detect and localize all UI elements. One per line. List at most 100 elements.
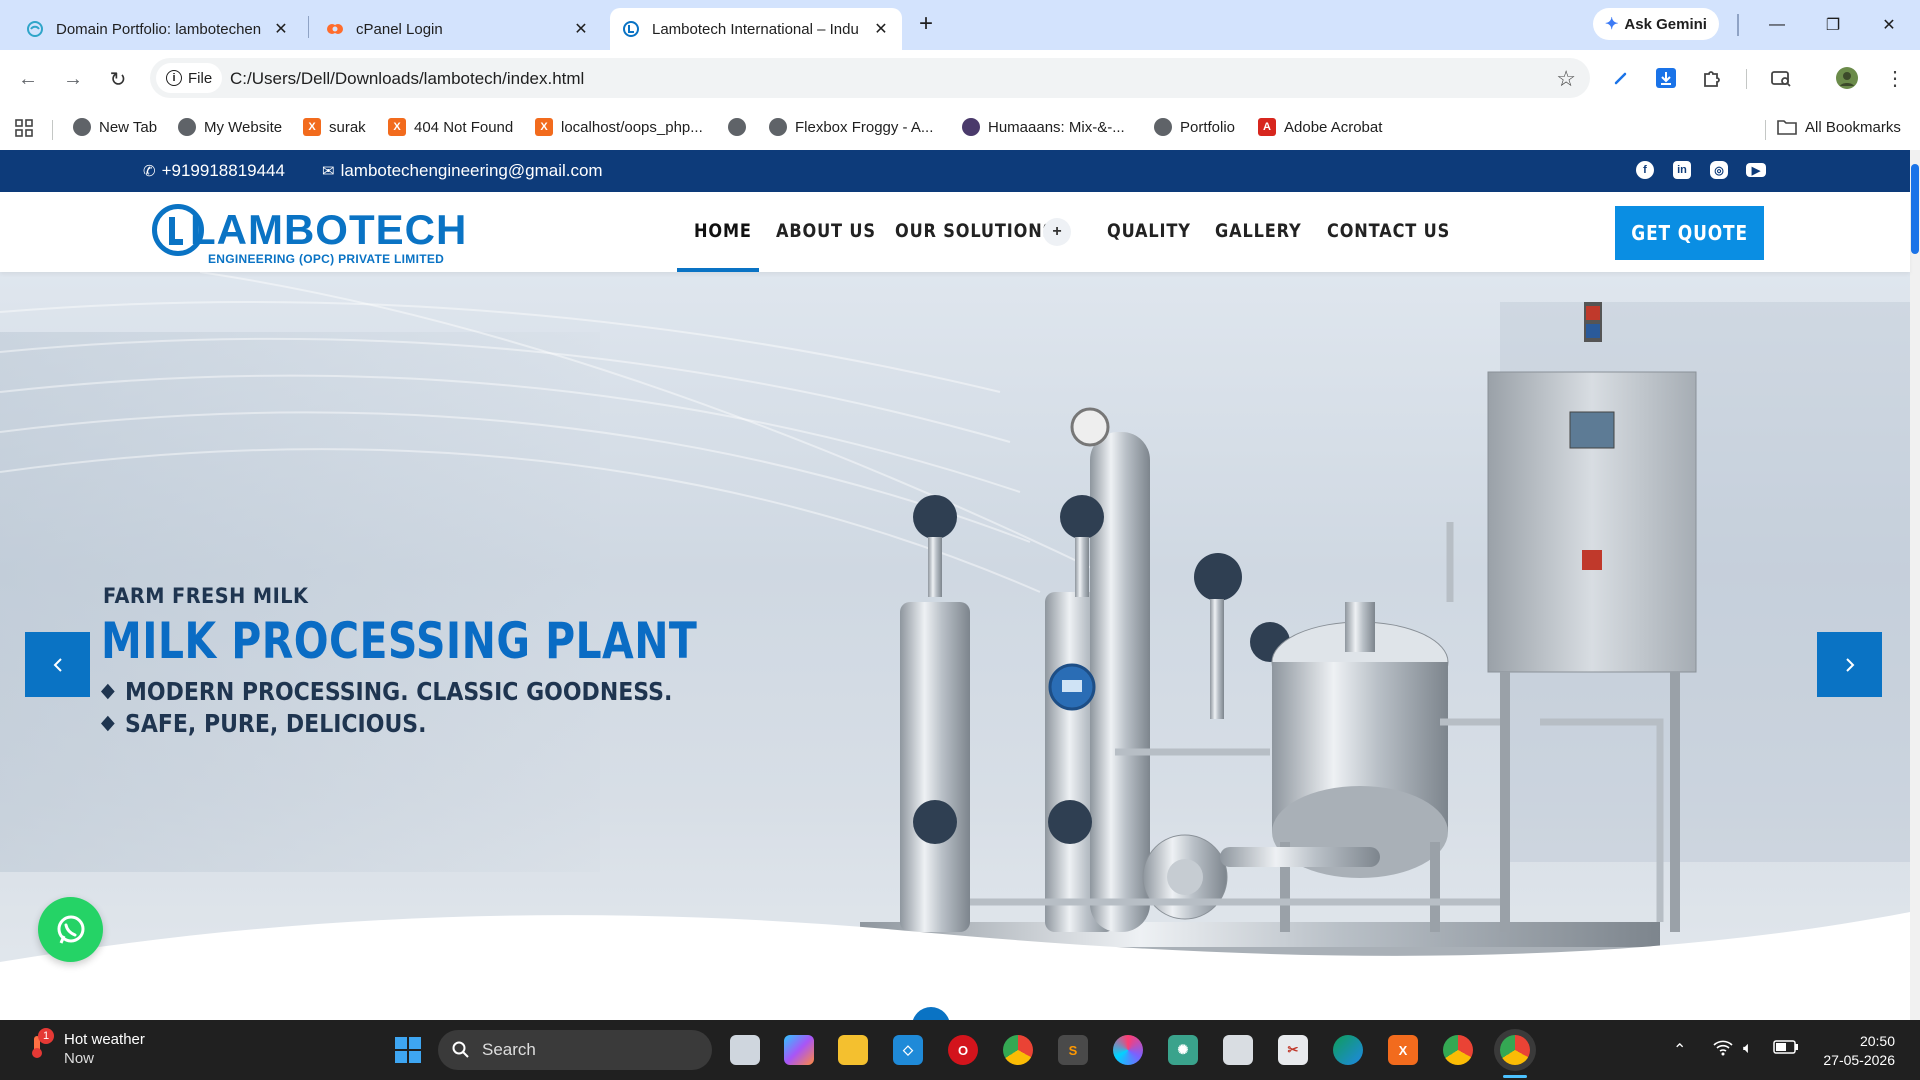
lambotech-favicon-icon — [623, 21, 639, 37]
reload-icon[interactable]: ↻ — [104, 65, 132, 93]
chrome-profile-icon[interactable] — [1443, 1035, 1473, 1065]
slider-prev-button[interactable] — [25, 632, 90, 697]
apps-grid-icon[interactable] — [14, 118, 34, 138]
bookmark-surak[interactable]: Xsurak — [303, 118, 366, 136]
more-menu-icon[interactable]: ⋮ — [1880, 63, 1910, 93]
file-explorer-icon[interactable] — [838, 1035, 868, 1065]
folder-icon — [1777, 120, 1797, 135]
bookmark-flexbox-froggy[interactable]: Flexbox Froggy - A... — [769, 118, 933, 136]
weather-widget[interactable]: 1 Hot weather Now — [26, 1028, 145, 1068]
bookmark-chrome[interactable] — [728, 118, 746, 136]
address-bar[interactable]: i File C:/Users/Dell/Downloads/lambotech… — [150, 58, 1590, 98]
back-arrow-icon[interactable]: ← — [14, 65, 42, 93]
tray-chevron-up-icon[interactable]: ⌃ — [1673, 1040, 1686, 1060]
profile-avatar[interactable] — [1832, 63, 1862, 93]
nav-contact-us[interactable]: CONTACT US — [1327, 220, 1450, 242]
chrome-icon[interactable] — [1003, 1035, 1033, 1065]
close-window-icon[interactable]: ✕ — [1874, 10, 1904, 40]
envelope-icon: ✉ — [322, 163, 335, 180]
minimize-icon[interactable]: — — [1762, 10, 1792, 40]
bookmark-new-tab[interactable]: New Tab — [73, 118, 157, 136]
site-info-chip[interactable]: i File — [156, 63, 223, 93]
xampp-icon[interactable]: X — [1388, 1035, 1418, 1065]
copilot-icon[interactable] — [784, 1035, 814, 1065]
wifi-icon[interactable] — [1713, 1040, 1733, 1056]
extensions-puzzle-icon[interactable] — [1697, 63, 1727, 93]
tab-domain-portfolio[interactable]: Domain Portfolio: lambotechen ✕ — [14, 8, 302, 50]
hero-bullet-2: SAFE, PURE, DELICIOUS. — [100, 709, 427, 738]
close-tab-icon[interactable]: ✕ — [572, 19, 590, 39]
hero-kicker: FARM FRESH MILK — [103, 584, 309, 608]
divider — [52, 120, 53, 140]
ask-gemini-button[interactable]: ✦ Ask Gemini — [1593, 8, 1719, 40]
bookmark-star-icon[interactable]: ☆ — [1556, 66, 1576, 92]
youtube-icon[interactable]: ▶ — [1746, 163, 1766, 177]
xampp-icon: X — [388, 118, 406, 136]
get-quote-button[interactable]: GET QUOTE — [1615, 206, 1764, 260]
bookmark-localhost[interactable]: Xlocalhost/oops_php... — [535, 118, 703, 136]
battery-icon[interactable] — [1773, 1040, 1799, 1054]
instagram-icon[interactable]: ◎ — [1710, 161, 1728, 179]
bookmark-404[interactable]: X 404 Not Found — [388, 118, 513, 136]
page-scrollbar[interactable] — [1910, 150, 1920, 1020]
nav-about-us[interactable]: ABOUT US — [776, 220, 876, 242]
xampp-icon: X — [303, 118, 321, 136]
url-text[interactable]: C:/Users/Dell/Downloads/lambotech/index.… — [230, 69, 584, 89]
bookmark-my-website[interactable]: My Website — [178, 118, 282, 136]
clock-date: 27-05-2026 — [1823, 1052, 1895, 1068]
new-tab-button[interactable]: + — [913, 12, 939, 38]
linkedin-icon[interactable]: in — [1673, 161, 1691, 179]
sublime-text-icon[interactable]: S — [1058, 1035, 1088, 1065]
volume-icon[interactable]: 🔈︎ — [1743, 1040, 1753, 1058]
facebook-icon[interactable]: f — [1636, 161, 1654, 179]
download-icon[interactable] — [1651, 63, 1681, 93]
snipping-tool-icon[interactable]: ✂ — [1278, 1035, 1308, 1065]
bookmark-portfolio[interactable]: Portfolio — [1154, 118, 1235, 136]
forward-arrow-icon[interactable]: → — [59, 65, 87, 93]
divider — [1765, 120, 1766, 140]
bookmark-label: Adobe Acrobat — [1284, 118, 1383, 136]
chatgpt-icon[interactable]: ✺ — [1168, 1035, 1198, 1065]
file-chip-label: File — [188, 69, 213, 87]
website-viewport: ✆ +919918819444 ✉ lambotechengineering@g… — [0, 150, 1920, 1020]
nav-quality[interactable]: QUALITY — [1107, 220, 1191, 242]
solutions-expand-plus-icon[interactable]: + — [1043, 218, 1071, 246]
cpanel-favicon-icon — [327, 24, 343, 34]
chrome-active-icon[interactable] — [1500, 1035, 1530, 1065]
figma-like-app-icon[interactable] — [1113, 1035, 1143, 1065]
slider-next-button[interactable] — [1817, 632, 1882, 697]
nav-our-solutions[interactable]: OUR SOLUTIONS — [895, 220, 1055, 242]
hero-bullet-1: MODERN PROCESSING. CLASSIC GOODNESS. — [100, 677, 672, 706]
close-tab-icon[interactable]: ✕ — [872, 19, 890, 39]
close-tab-icon[interactable]: ✕ — [272, 19, 290, 39]
windows-taskbar: 1 Hot weather Now Search ◇ O S ✺ ✂ X ⌃ 🔈… — [0, 1020, 1920, 1080]
restore-icon[interactable]: ❐ — [1818, 10, 1848, 40]
whatsapp-button[interactable] — [38, 897, 103, 962]
tab-cpanel-login[interactable]: cPanel Login ✕ — [314, 8, 602, 50]
phone-link[interactable]: ✆ +919918819444 — [143, 161, 285, 181]
windows-start-icon[interactable] — [393, 1035, 423, 1065]
bookmark-adobe-acrobat[interactable]: A Adobe Acrobat — [1258, 118, 1382, 136]
nav-gallery[interactable]: GALLERY — [1215, 220, 1302, 242]
email-link[interactable]: ✉ lambotechengineering@gmail.com — [322, 161, 603, 181]
app-window-icon[interactable] — [1223, 1035, 1253, 1065]
task-view-icon[interactable] — [730, 1035, 760, 1065]
opera-icon[interactable]: O — [948, 1035, 978, 1065]
bookmark-humaaans[interactable]: Humaaans: Mix-&-... — [962, 118, 1125, 136]
bookmark-label: New Tab — [99, 118, 158, 136]
taskbar-search-box[interactable]: Search — [438, 1030, 712, 1070]
globe-icon — [178, 118, 196, 136]
all-bookmarks-label: All Bookmarks — [1805, 118, 1901, 136]
scrollbar-thumb[interactable] — [1911, 164, 1919, 254]
pen-extension-icon[interactable] — [1606, 63, 1636, 93]
weather-badge: 1 — [38, 1028, 54, 1044]
tab-lambotech[interactable]: Lambotech International – Indu ✕ — [610, 8, 902, 50]
logo-name: LAMBOTECH — [190, 206, 468, 253]
tab-search-icon[interactable] — [1766, 63, 1796, 93]
all-bookmarks-button[interactable]: All Bookmarks — [1777, 118, 1901, 136]
edge-icon[interactable] — [1333, 1035, 1363, 1065]
vscode-icon[interactable]: ◇ — [893, 1035, 923, 1065]
nav-home[interactable]: HOME — [694, 220, 752, 242]
system-clock[interactable]: 20:50 27-05-2026 — [1815, 1032, 1895, 1070]
divider — [1746, 69, 1747, 89]
